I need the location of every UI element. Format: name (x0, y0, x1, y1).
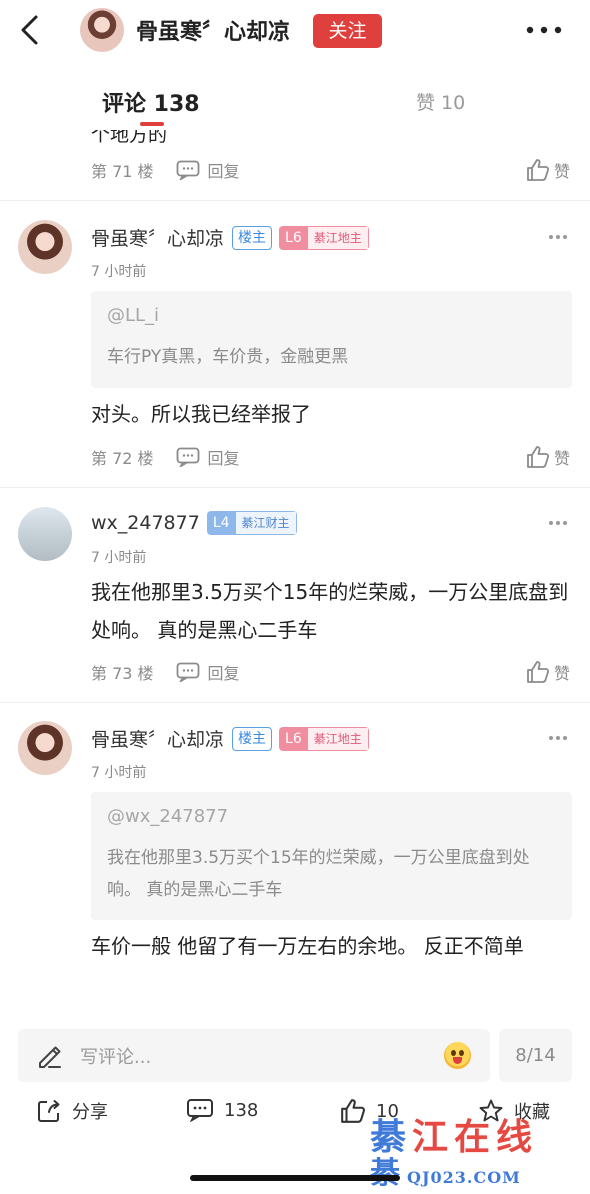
share-icon (38, 1100, 60, 1122)
avatar[interactable] (18, 220, 72, 274)
quoted-user: @wx_247877 (107, 806, 229, 827)
quoted-user: @LL_i (107, 305, 160, 326)
owner-badge: 楼主 (232, 225, 273, 250)
comment-text: 我在他那里3.5万买个15年的烂荣威，一万公里底盘到处响。 真的是黑心二手车 (91, 580, 569, 642)
comment-time: 7 小时前 (91, 765, 147, 781)
reply-button[interactable]: 回复 (176, 660, 240, 684)
author-name[interactable]: 骨虽寒〞心却凉 (136, 14, 290, 46)
like-button[interactable]: 赞 (526, 660, 570, 684)
reply-label: 回复 (207, 664, 240, 683)
level-number: L4 (206, 511, 236, 535)
like-button[interactable]: 赞 (526, 445, 570, 469)
watermark-char-large: 綦 (370, 1156, 401, 1191)
comment-username-row: wx_247877 L4 綦江财主 (91, 511, 297, 535)
comment-meta: 第 73 楼 回复 (91, 660, 240, 684)
tab-bar: 评论 138 赞 10 (0, 62, 590, 130)
comment-time: 7 小时前 (91, 550, 147, 566)
reply-label: 回复 (207, 162, 240, 181)
tab-comments[interactable]: 评论 138 (102, 86, 200, 118)
divider (0, 200, 590, 201)
emoji-mouth (453, 1057, 462, 1064)
like-label: 赞 (553, 162, 570, 181)
emoji-eye (459, 1050, 464, 1056)
level-badge: L4 綦江财主 (206, 511, 297, 535)
level-title: 綦江地主 (307, 225, 369, 250)
reply-icon (176, 447, 199, 467)
reply-icon (176, 160, 199, 180)
quoted-text: 车行PY真黑，车价贵，金融更黑 (107, 347, 349, 367)
reply-label: 回复 (207, 449, 240, 468)
like-label: 赞 (553, 664, 570, 683)
comment-count-button[interactable]: 138 (186, 1098, 258, 1122)
divider (0, 702, 590, 703)
comment-text: 对头。所以我已经举报了 (91, 402, 311, 426)
username[interactable]: wx_247877 (91, 512, 200, 534)
username[interactable]: 骨虽寒〞心却凉 (91, 224, 224, 251)
comment-time: 7 小时前 (91, 264, 147, 280)
comment-text-partial: 个地方的 (91, 130, 168, 146)
comment-username-row: 骨虽寒〞心却凉 楼主 L6 綦江地主 (91, 725, 369, 752)
watermark-domain-row: 綦 QJ023.COM (370, 1148, 521, 1192)
thumbs-up-icon (527, 446, 550, 468)
comment-list[interactable]: 个地方的 第 71 楼 回复 赞 骨虽寒〞心却凉 楼主 L6 綦江地主 7 小时… (0, 130, 590, 1025)
thumbs-up-icon (527, 661, 550, 683)
pencil-icon (39, 1046, 61, 1068)
comment-meta: 第 71 楼 回复 (91, 158, 240, 182)
comment-meta: 第 72 楼 回复 (91, 445, 240, 469)
comment-username-row: 骨虽寒〞心却凉 楼主 L6 綦江地主 (91, 224, 369, 251)
more-horizontal-icon[interactable] (548, 234, 568, 240)
level-number: L6 (279, 726, 308, 751)
top-bar: 骨虽寒〞心却凉 关注 (0, 0, 590, 62)
chevron-left-icon[interactable] (14, 12, 48, 48)
level-title: 綦江地主 (307, 726, 369, 751)
owner-badge: 楼主 (232, 726, 273, 751)
comment-count: 138 (224, 1099, 259, 1121)
divider (0, 487, 590, 488)
more-horizontal-icon[interactable] (548, 520, 568, 526)
quoted-comment[interactable]: @wx_247877 我在他那里3.5万买个15年的烂荣威，一万公里底盘到处响。… (91, 792, 572, 920)
author-avatar[interactable] (80, 8, 124, 52)
quoted-text: 我在他那里3.5万买个15年的烂荣威，一万公里底盘到处响。 真的是黑心二手车 (107, 848, 530, 900)
follow-button[interactable]: 关注 (313, 14, 382, 48)
level-number: L6 (279, 225, 308, 250)
site-watermark: 綦江在线 綦 QJ023.COM (370, 1108, 570, 1191)
username[interactable]: 骨虽寒〞心却凉 (91, 725, 224, 752)
avatar[interactable] (18, 507, 72, 561)
emoji-eye (451, 1050, 456, 1056)
more-horizontal-icon[interactable] (526, 24, 562, 36)
floor-number: 第 71 楼 (91, 162, 154, 181)
page-indicator[interactable]: 8/14 (499, 1029, 572, 1082)
level-badge: L6 綦江地主 (279, 225, 369, 250)
more-horizontal-icon[interactable] (548, 735, 568, 741)
reply-button[interactable]: 回复 (176, 445, 240, 469)
level-title: 綦江财主 (235, 511, 297, 535)
quoted-comment[interactable]: @LL_i 车行PY真黑，车价贵，金融更黑 (91, 291, 572, 388)
avatar[interactable] (18, 721, 72, 775)
comment-text: 车价一般 他留了有一万左右的余地。 反正不简单 (91, 934, 524, 958)
thumbs-up-icon (527, 159, 550, 181)
share-button[interactable]: 分享 (36, 1098, 108, 1124)
like-button[interactable]: 赞 (526, 158, 570, 182)
floor-number: 第 73 楼 (91, 664, 154, 683)
comment-placeholder: 写评论... (80, 1047, 152, 1068)
share-label: 分享 (72, 1102, 108, 1123)
reply-button[interactable]: 回复 (176, 158, 240, 182)
tab-likes[interactable]: 赞 10 (416, 88, 465, 115)
level-badge: L6 綦江地主 (279, 726, 369, 751)
active-tab-indicator (140, 122, 164, 126)
floor-number: 第 72 楼 (91, 449, 154, 468)
watermark-domain: QJ023.COM (407, 1168, 521, 1187)
thumbs-up-icon (341, 1099, 365, 1123)
home-indicator (190, 1175, 400, 1181)
like-label: 赞 (553, 449, 570, 468)
emoji-icon[interactable] (444, 1042, 471, 1069)
comment-input[interactable]: 写评论... (18, 1029, 490, 1082)
comment-icon (187, 1099, 213, 1122)
reply-icon (176, 662, 199, 682)
